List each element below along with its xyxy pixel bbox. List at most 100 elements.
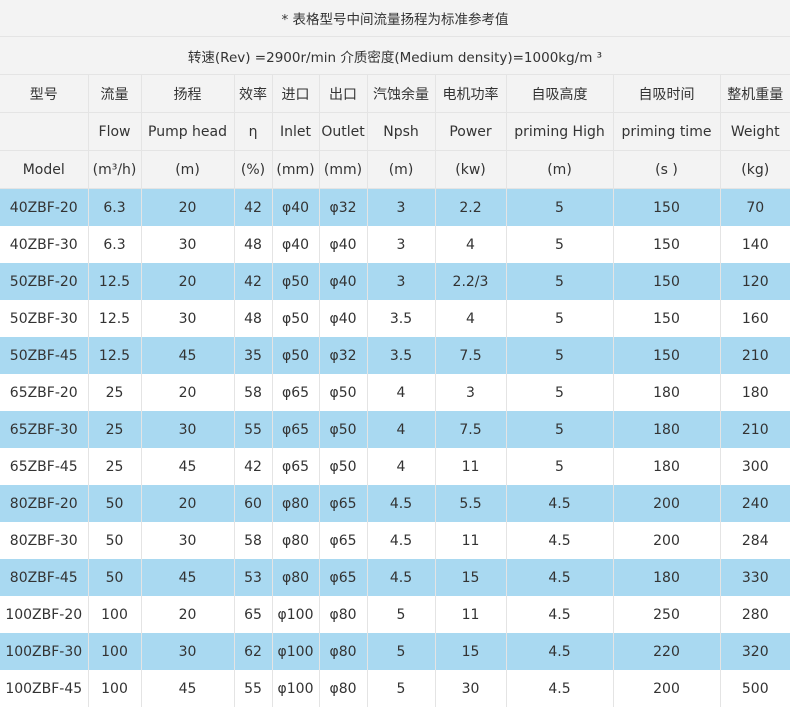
flow-cell: 100 <box>88 670 142 707</box>
priming-height-cell: 5 <box>506 448 614 485</box>
model-cell: 100ZBF-45 <box>0 670 89 707</box>
efficiency-cell: 35 <box>234 337 273 374</box>
weight-cell: 320 <box>720 633 790 670</box>
npsh-cell: 5 <box>367 670 436 707</box>
table-note-row: * 表格型号中间流量扬程为标准参考值 <box>0 0 790 37</box>
weight-cell: (kg) <box>720 150 790 189</box>
inlet-cell: φ80 <box>272 522 320 559</box>
efficiency-cell: (%) <box>234 150 273 189</box>
flow-cell: 25 <box>88 448 142 485</box>
priming-height-cell: (m) <box>506 150 614 189</box>
priming-height-cell: 5 <box>506 337 614 374</box>
efficiency-cell: 60 <box>234 485 273 522</box>
priming-height-cell: 5 <box>506 226 614 263</box>
npsh-cell: 4 <box>367 448 436 485</box>
priming-height-cell: 4.5 <box>506 522 614 559</box>
power-cell: 15 <box>435 559 507 596</box>
flow-cell: 100 <box>88 596 142 633</box>
model-cell: 65ZBF-45 <box>0 448 89 485</box>
efficiency-cell: 65 <box>234 596 273 633</box>
outlet-cell: φ65 <box>319 559 368 596</box>
outlet-cell: φ50 <box>319 448 368 485</box>
weight-cell: 280 <box>741 606 769 623</box>
model-cell: 80ZBF-20 <box>0 485 89 522</box>
npsh-cell: 3 <box>367 188 436 226</box>
weight-cell: Weight <box>720 112 790 151</box>
model-cell: 50ZBF-20 <box>0 263 89 300</box>
power-cell: 4 <box>435 300 507 337</box>
inlet-cell: φ100 <box>272 670 320 707</box>
priming-time-cell: (s ) <box>613 150 721 189</box>
outlet-cell: φ65 <box>319 522 368 559</box>
priming-time-cell: 200 <box>613 485 721 522</box>
table-row: 65ZBF-30 25 30 55 φ65 φ50 4 7.5 5 180 210 <box>0 411 790 448</box>
outlet-cell: φ65 <box>319 485 368 522</box>
pump-head-cell: 20 <box>141 188 235 226</box>
flow-cell: 25 <box>88 411 142 448</box>
npsh-cell: 3 <box>367 263 436 300</box>
operating-conditions: 转速(Rev) =2900r/min 介质密度(Medium density)=… <box>0 36 790 75</box>
npsh-cell: Npsh <box>367 112 436 151</box>
pump-head-cell: 45 <box>141 448 235 485</box>
weight-cell: 70 <box>720 188 790 226</box>
priming-height-cell: 5 <box>506 374 614 411</box>
pump-head-cell: 30 <box>141 522 235 559</box>
inlet-cell: φ40 <box>272 226 320 263</box>
inlet-cell: φ50 <box>272 337 320 374</box>
priming-time-cell: 自吸时间 <box>613 74 721 113</box>
npsh-cell: 3 <box>367 226 436 263</box>
inlet-cell: φ65 <box>272 411 320 448</box>
efficiency-cell: 效率 <box>234 74 273 113</box>
model-cell: 65ZBF-30 <box>0 411 89 448</box>
efficiency-cell: 53 <box>234 559 273 596</box>
pump-spec-table: * 表格型号中间流量扬程为标准参考值 转速(Rev) =2900r/min 介质… <box>0 0 790 707</box>
npsh-cell: 3.5 <box>367 300 436 337</box>
priming-time-cell: 220 <box>613 633 721 670</box>
power-cell: 30 <box>435 670 507 707</box>
efficiency-cell: 55 <box>234 670 273 707</box>
priming-time-cell: 150 <box>613 226 721 263</box>
weight-cell: 300 <box>741 458 769 475</box>
outlet-cell: φ32 <box>319 337 368 374</box>
npsh-cell: 汽蚀余量 <box>367 74 436 113</box>
priming-height-cell: 4.5 <box>506 559 614 596</box>
outlet-cell: (mm) <box>319 150 368 189</box>
priming-time-cell: 180 <box>613 448 721 485</box>
priming-time-cell: priming time <box>613 112 721 151</box>
pump-head-cell: 20 <box>141 374 235 411</box>
flow-cell: 100 <box>88 633 142 670</box>
priming-height-cell: 5 <box>506 300 614 337</box>
inlet-cell: φ50 <box>272 300 320 337</box>
table-row: 100ZBF-30 100 30 62 φ100 φ80 5 15 4.5 220 320 <box>0 633 790 670</box>
flow-cell: 25 <box>88 374 142 411</box>
pump-head-cell: 20 <box>141 596 235 633</box>
priming-time-cell: 250 <box>613 596 721 633</box>
outlet-cell: φ40 <box>319 226 368 263</box>
npsh-cell: 4.5 <box>367 559 436 596</box>
npsh-cell: 4.5 <box>367 522 436 559</box>
efficiency-cell: η <box>234 112 273 151</box>
priming-height-cell: 4.5 <box>506 596 614 633</box>
priming-time-cell: 200 <box>613 670 721 707</box>
flow-cell: 流量 <box>88 74 142 113</box>
priming-time-cell: 150 <box>613 300 721 337</box>
inlet-cell: φ65 <box>272 374 320 411</box>
table-row: 50ZBF-20 12.5 20 42 φ50 φ40 3 2.2/3 5 150 120 <box>0 263 790 300</box>
header-row-en: Flow Pump head η Inlet Outlet Npsh Power primin… <box>0 112 790 151</box>
model-cell: 型号 <box>0 74 89 113</box>
flow-cell: 6.3 <box>88 188 142 226</box>
efficiency-cell: 42 <box>234 188 273 226</box>
power-cell: (kw) <box>435 150 507 189</box>
pump-head-cell: (m) <box>141 150 235 189</box>
flow-cell: 50 <box>88 559 142 596</box>
priming-time-cell: 200 <box>613 522 721 559</box>
weight-cell: 180 <box>741 384 769 401</box>
outlet-cell: φ50 <box>319 411 368 448</box>
weight-cell: 210 <box>720 337 790 374</box>
priming-time-cell: 180 <box>613 374 721 411</box>
weight-cell: 160 <box>741 310 769 327</box>
flow-cell: 12.5 <box>88 337 142 374</box>
model-cell: 40ZBF-20 <box>0 188 89 226</box>
table-row: 40ZBF-20 6.3 20 42 φ40 φ32 3 2.2 5 150 70 <box>0 188 790 226</box>
weight-cell: 120 <box>720 263 790 300</box>
